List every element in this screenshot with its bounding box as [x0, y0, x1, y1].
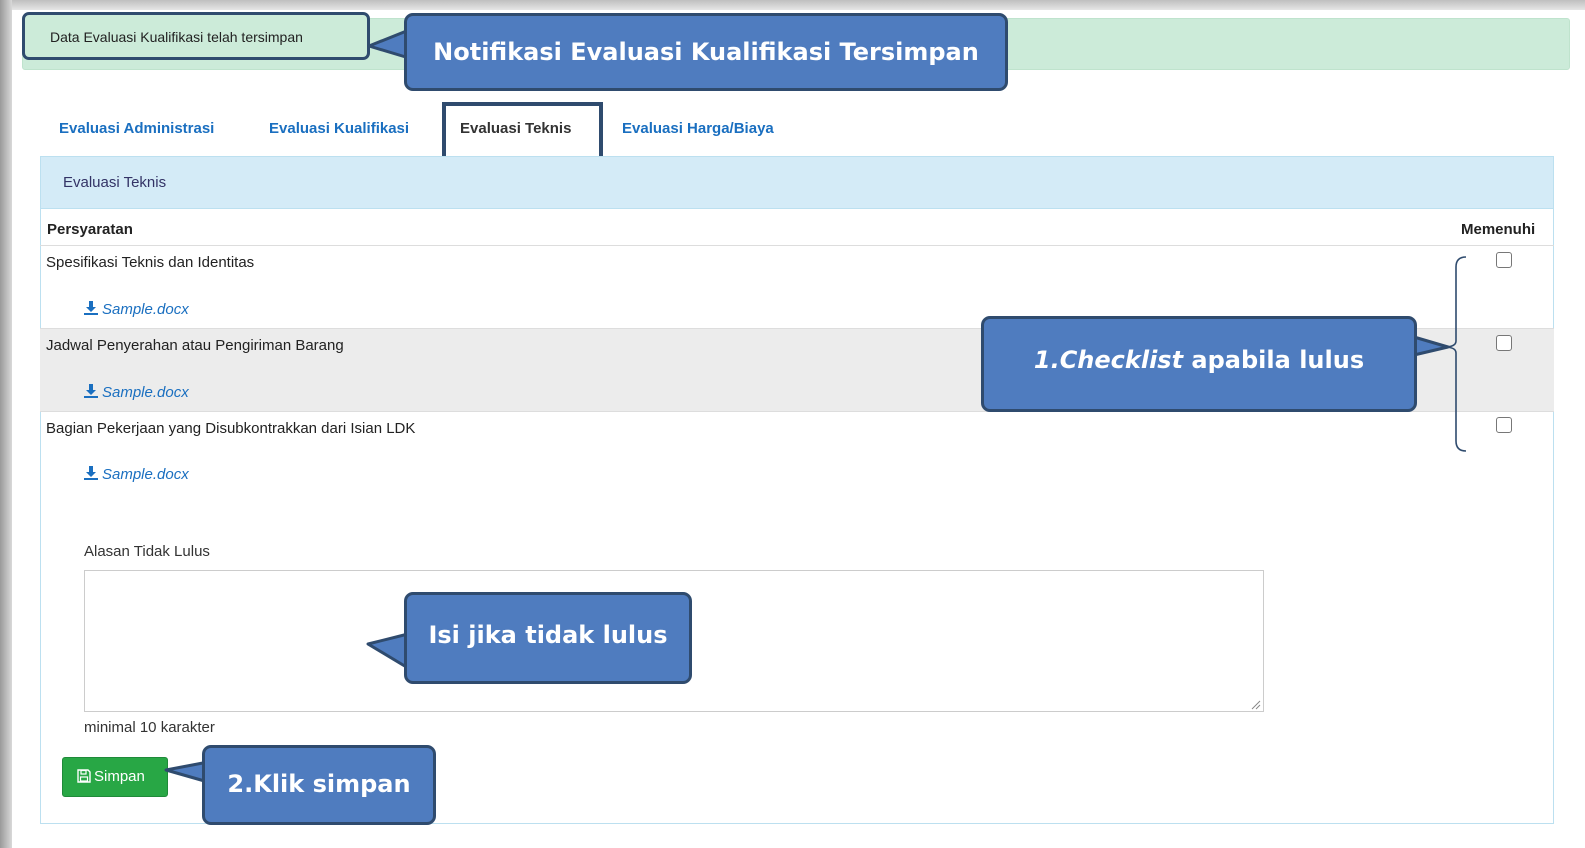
callout-save: 2.Klik simpan [202, 745, 436, 825]
callout-tail [1412, 335, 1450, 357]
column-header-memenuhi: Memenuhi [1461, 221, 1536, 238]
window-frame-top [0, 0, 1585, 10]
download-link-text: Sample.docx [102, 384, 189, 401]
requirement-label: Spesifikasi Teknis dan Identitas [46, 254, 255, 271]
download-link-text: Sample.docx [102, 466, 189, 483]
callout-checklist: 1.Checklist apabila lulus [981, 316, 1417, 412]
window-frame-left [0, 0, 12, 848]
requirement-row: Bagian Pekerjaan yang Disubkontrakkan da… [40, 411, 1554, 501]
memenuhi-checkbox[interactable] [1496, 252, 1512, 268]
save-button[interactable]: Simpan [62, 757, 168, 797]
reason-help-text: minimal 10 karakter [84, 719, 215, 736]
resize-grip-icon [1251, 700, 1261, 710]
success-alert-text: Data Evaluasi Kualifikasi telah tersimpa… [22, 12, 370, 60]
requirement-label: Jadwal Penyerahan atau Pengiriman Barang [46, 337, 344, 354]
panel-heading: Evaluasi Teknis [41, 157, 1553, 209]
download-link[interactable]: Sample.docx [84, 466, 189, 483]
tab-evaluasi-administrasi[interactable]: Evaluasi Administrasi [59, 120, 214, 137]
memenuhi-checkbox[interactable] [1496, 335, 1512, 351]
download-icon [84, 466, 98, 480]
callout-reason-text: Isi jika tidak lulus [428, 621, 668, 649]
tab-evaluasi-harga-biaya[interactable]: Evaluasi Harga/Biaya [622, 120, 774, 137]
requirement-label: Bagian Pekerjaan yang Disubkontrakkan da… [46, 420, 416, 437]
tab-evaluasi-kualifikasi[interactable]: Evaluasi Kualifikasi [269, 120, 409, 137]
download-link[interactable]: Sample.docx [84, 384, 189, 401]
callout-reason: Isi jika tidak lulus [404, 592, 692, 684]
floppy-disk-icon [77, 769, 91, 783]
callout-checklist-text: apabila lulus [1183, 346, 1365, 374]
save-button-label: Simpan [94, 768, 145, 785]
memenuhi-checkbox[interactable] [1496, 417, 1512, 433]
callout-checklist-italic: 1.Checklist [1033, 346, 1184, 374]
callout-notification: Notifikasi Evaluasi Kualifikasi Tersimpa… [404, 13, 1008, 91]
callout-save-text: 2.Klik simpan [227, 770, 411, 798]
download-link[interactable]: Sample.docx [84, 301, 189, 318]
reason-label: Alasan Tidak Lulus [84, 543, 210, 560]
column-header-persyaratan: Persyaratan [47, 221, 133, 238]
download-link-text: Sample.docx [102, 301, 189, 318]
download-icon [84, 301, 98, 315]
callout-notification-text: Notifikasi Evaluasi Kualifikasi Tersimpa… [433, 38, 979, 66]
download-icon [84, 384, 98, 398]
